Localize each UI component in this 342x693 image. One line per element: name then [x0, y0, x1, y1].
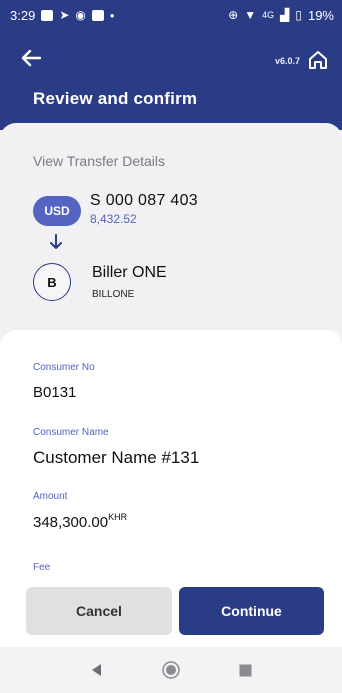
amount-number: 348,300.00 — [33, 514, 109, 531]
source-account-number: S 000 087 403 — [90, 192, 198, 209]
currency-badge: USD — [33, 196, 81, 226]
nav-back-button[interactable] — [85, 658, 109, 682]
nav-recents-icon — [239, 664, 251, 676]
consumer-name-value: Customer Name #131 — [33, 448, 200, 467]
battery-icon: ▯ — [295, 8, 302, 22]
wifi-icon: ▼ — [244, 8, 257, 22]
nav-home-button[interactable] — [159, 658, 183, 682]
amount-label: Amount — [33, 491, 68, 502]
system-navigation-bar — [0, 647, 342, 693]
action-buttons: Cancel Continue — [26, 587, 324, 635]
fee-label: Fee — [33, 562, 51, 573]
app-version: v6.0.7 — [274, 56, 300, 66]
arrow-down-icon — [50, 234, 62, 249]
biller-avatar: B — [33, 263, 71, 301]
status-dot: • — [109, 7, 115, 23]
status-time: 3:29 — [10, 7, 36, 23]
app-header: v6.0.7 Review and confirm — [0, 30, 342, 130]
network-type: 4G — [262, 10, 275, 20]
home-button[interactable] — [306, 48, 330, 72]
nav-back-icon — [92, 664, 101, 676]
continue-button[interactable]: Continue — [179, 587, 324, 635]
source-account-balance: 8,432.52 — [90, 212, 137, 226]
amount-currency: KHR — [108, 512, 128, 522]
nav-recents-button[interactable] — [233, 658, 257, 682]
consumer-name-label: Consumer Name — [33, 427, 109, 438]
back-button[interactable] — [16, 44, 46, 72]
transfer-details-heading: View Transfer Details — [33, 153, 166, 169]
consumer-no-label: Consumer No — [33, 362, 95, 373]
status-bar-right: ⊕ ▼ 4G ▟ ▯ 19% — [228, 8, 334, 23]
vibrate-icon: ⊕ — [228, 8, 239, 22]
consumer-no-value: B0131 — [33, 384, 77, 401]
status-bar: 3:29 ➤ ◉ • ⊕ ▼ 4G ▟ ▯ 19% — [0, 0, 342, 30]
notification-square-icon — [91, 9, 104, 21]
nav-home-icon — [162, 661, 180, 679]
signal-icon: ▟ — [280, 8, 290, 22]
home-icon — [309, 51, 327, 69]
status-bar-left: 3:29 ➤ ◉ • — [10, 8, 114, 23]
location-icon: ◉ — [75, 8, 86, 22]
biller-code: BILLONE — [92, 289, 135, 300]
biller-name: Biller ONE — [92, 264, 167, 281]
back-arrow-icon — [21, 49, 41, 67]
navigation-arrow-icon: ➤ — [59, 8, 70, 22]
battery-percent: 19% — [307, 7, 334, 23]
page-title: Review and confirm — [33, 89, 198, 108]
cancel-button[interactable]: Cancel — [26, 587, 172, 635]
gallery-notification-icon — [41, 9, 54, 21]
amount-value: 348,300.00KHR — [33, 512, 127, 531]
